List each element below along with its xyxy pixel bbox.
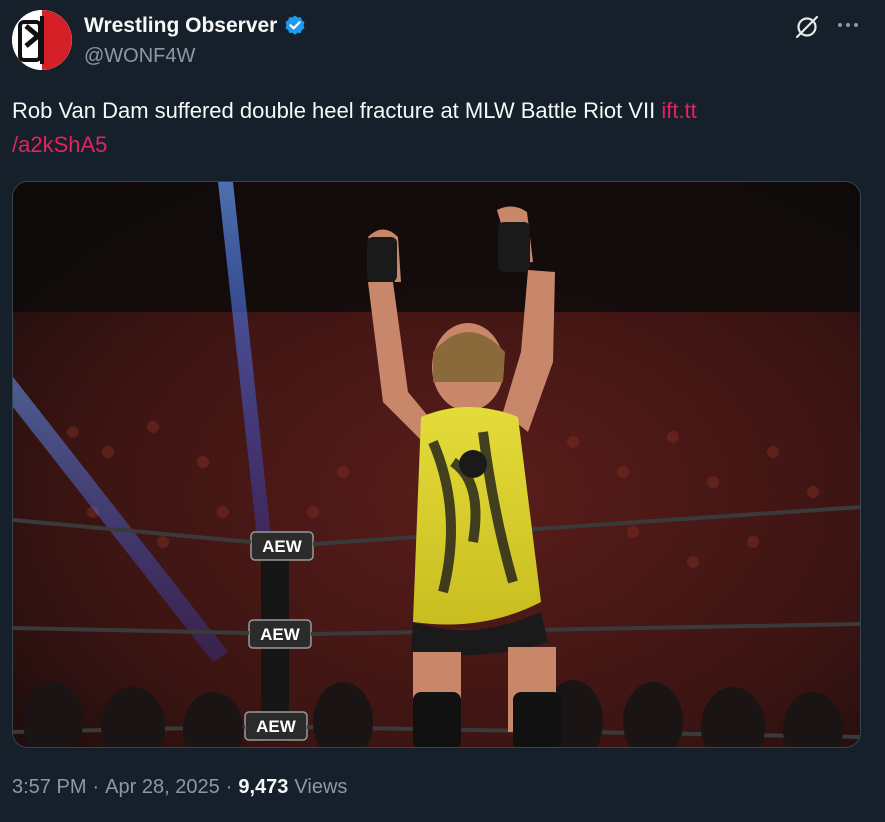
tweet-meta: 3:57 PM · Apr 28, 2025 · 9,473 Views xyxy=(12,776,347,799)
author-avatar[interactable] xyxy=(12,10,72,70)
ring-sign-1: AEW xyxy=(262,537,303,556)
author-display-name[interactable]: Wrestling Observer xyxy=(84,14,277,38)
wrestling-observer-logo xyxy=(12,10,72,70)
tweet-link-line1[interactable]: ift.tt xyxy=(661,98,696,123)
tweet-media-photo[interactable]: AEW AEW AEW xyxy=(12,181,861,748)
meta-separator: · xyxy=(92,776,100,798)
tweet-body: Rob Van Dam suffered double heel fractur… xyxy=(12,98,662,123)
ring-sign-3: AEW xyxy=(256,717,297,736)
more-options-icon[interactable] xyxy=(835,12,861,38)
tweet-date[interactable]: Apr 28, 2025 xyxy=(105,776,220,799)
wrestler-in-ring-photo: AEW AEW AEW xyxy=(13,182,860,747)
ring-sign-2: AEW xyxy=(260,625,301,644)
grok-icon[interactable] xyxy=(794,14,820,40)
views-label: Views xyxy=(294,776,348,798)
tweet-text: Rob Van Dam suffered double heel fractur… xyxy=(12,94,852,162)
meta-separator: · xyxy=(225,776,233,798)
views-count: 9,473 xyxy=(238,776,289,798)
tweet-link-line2[interactable]: /a2kShA5 xyxy=(12,132,107,157)
author-handle[interactable]: @WONF4W xyxy=(84,45,195,68)
verified-badge-icon[interactable] xyxy=(283,14,307,38)
tweet-time[interactable]: 3:57 PM xyxy=(12,776,86,799)
author-name-row: Wrestling Observer xyxy=(84,14,307,38)
